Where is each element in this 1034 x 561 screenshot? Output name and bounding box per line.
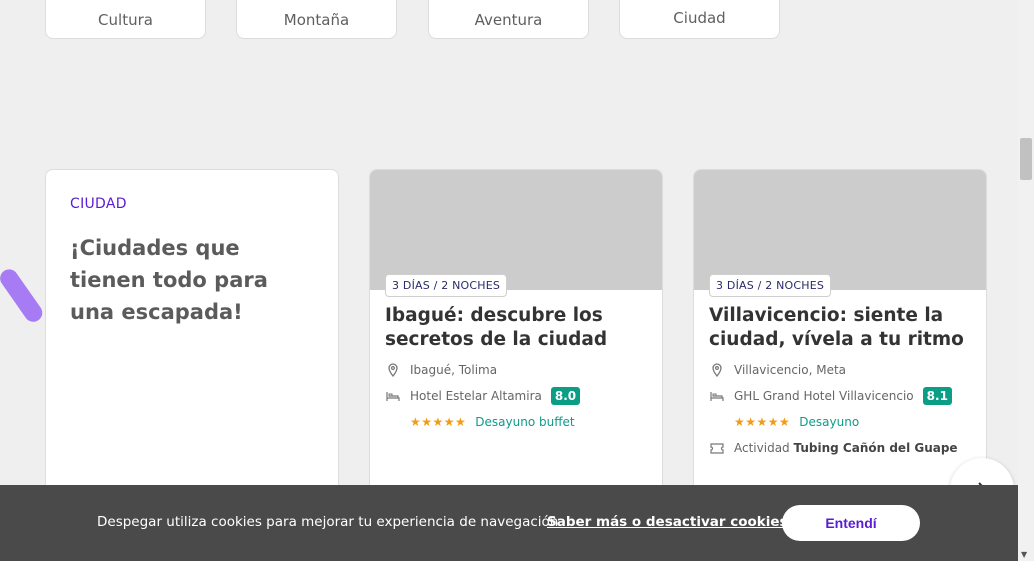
intro-card: CIUDAD ¡Ciudades que tienen todo para un… — [45, 169, 339, 509]
intro-title: ¡Ciudades que tienen todo para una escap… — [70, 236, 268, 324]
bed-icon — [385, 388, 401, 404]
card-image-placeholder — [370, 170, 662, 290]
duration-badge: 3 DÍAS / 2 NOCHES — [709, 274, 832, 297]
star-rating: ★★★★★ — [410, 415, 467, 429]
category-chip-cultura[interactable]: Cultura — [45, 0, 206, 39]
scroll-down-arrow-icon[interactable]: ▼ — [1021, 550, 1027, 559]
decorative-stroke — [0, 265, 46, 326]
ticket-icon — [709, 440, 725, 456]
category-label: Aventura — [474, 10, 543, 29]
category-label: Montaña — [283, 10, 350, 29]
activity-prefix: Actividad — [734, 441, 790, 455]
hotel-name: GHL Grand Hotel Villavicencio — [734, 389, 914, 403]
cookie-message: Despegar utiliza cookies para mejorar tu… — [97, 514, 563, 530]
cookie-learn-more-link[interactable]: Saber más o desactivar cookies. — [547, 514, 793, 530]
cookie-accept-button[interactable]: Entendí — [782, 505, 920, 541]
star-rating: ★★★★★ — [734, 415, 791, 429]
score-badge: 8.0 — [550, 387, 581, 405]
bed-icon — [709, 388, 725, 404]
card-location: Ibagué, Tolima — [410, 363, 498, 377]
duration-badge: 3 DÍAS / 2 NOCHES — [385, 274, 508, 297]
cookie-banner: Despegar utiliza cookies para mejorar tu… — [0, 485, 1018, 561]
category-label: Ciudad — [673, 8, 726, 27]
location-pin-icon — [385, 362, 401, 378]
intro-tag: CIUDAD — [70, 196, 127, 212]
category-label: Cultura — [98, 10, 153, 29]
activity-name: Tubing Cañón del Guape — [793, 441, 958, 455]
hotel-name: Hotel Estelar Altamira — [410, 389, 542, 403]
trip-card-ibague[interactable]: 3 DÍAS / 2 NOCHES Ibagué: descubre los s… — [369, 169, 663, 509]
category-chip-montana[interactable]: Montaña — [236, 0, 397, 39]
trip-card-villavicencio[interactable]: 3 DÍAS / 2 NOCHES Villavicencio: siente … — [693, 169, 987, 509]
category-chip-aventura[interactable]: Aventura — [428, 0, 589, 39]
page-scrollbar[interactable]: ▼ — [1018, 0, 1034, 561]
scrollbar-thumb[interactable] — [1020, 138, 1032, 180]
location-pin-icon — [709, 362, 725, 378]
score-badge: 8.1 — [922, 387, 952, 405]
meal-plan: Desayuno buffet — [475, 415, 575, 429]
category-chip-ciudad[interactable]: Ciudad — [619, 0, 780, 39]
meal-plan: Desayuno — [799, 415, 860, 429]
card-title: Ibagué: descubre los secretos de la ciud… — [385, 305, 608, 350]
card-location: Villavicencio, Meta — [734, 363, 847, 377]
card-image-placeholder — [694, 170, 986, 290]
card-title: Villavicencio: siente la ciudad, vívela … — [709, 305, 964, 350]
